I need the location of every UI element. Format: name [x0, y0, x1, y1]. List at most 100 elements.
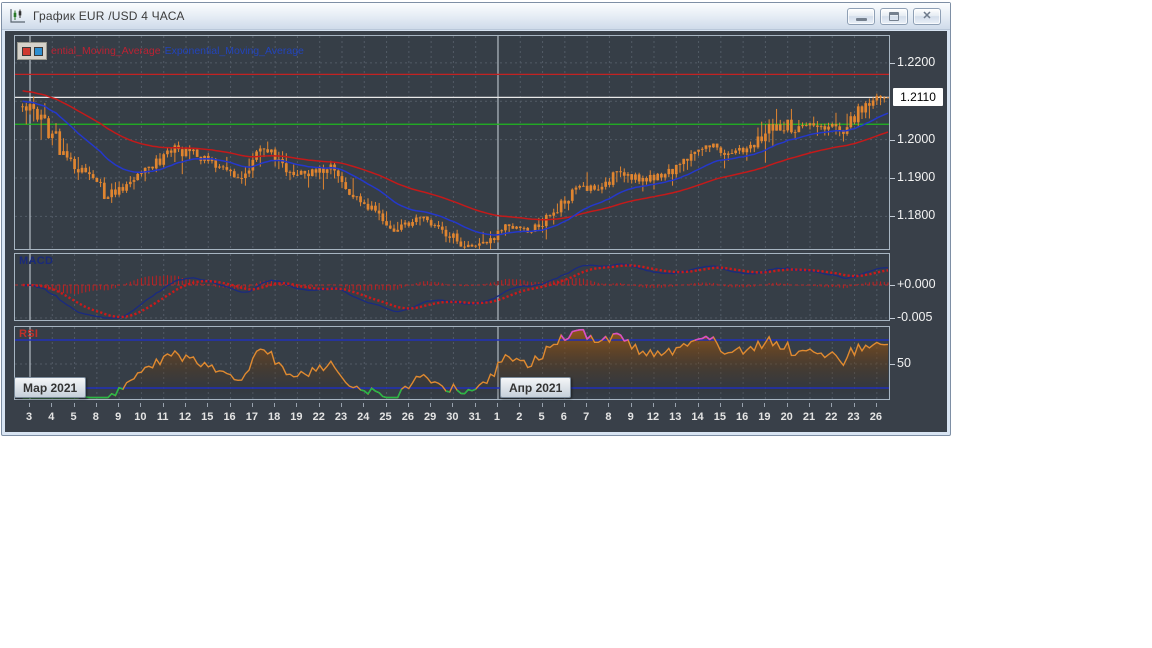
macd-axis-label: +0.000: [897, 277, 936, 291]
date-label: 24: [357, 411, 370, 423]
date-label: 4: [48, 411, 55, 423]
month-label-apr: Апр 2021: [499, 377, 572, 398]
date-label: 17: [245, 411, 258, 423]
date-label: 23: [847, 411, 860, 423]
date-tick: [875, 403, 877, 407]
date-label: 22: [312, 411, 325, 423]
date-tick: [251, 403, 253, 407]
ema-red-swatch[interactable]: [21, 46, 31, 56]
rsi-label: RSI: [19, 328, 39, 340]
date-label: 22: [825, 411, 838, 423]
date-tick: [786, 403, 788, 407]
date-label: 26: [869, 411, 882, 423]
date-label: 9: [115, 411, 122, 423]
date-label: 13: [669, 411, 682, 423]
macd-axis-tick: [890, 318, 895, 319]
date-tick: [563, 403, 565, 407]
date-tick: [719, 403, 721, 407]
date-tick: [831, 403, 833, 407]
macd-panel[interactable]: MACD: [14, 253, 890, 321]
rsi-axis-tick: [890, 364, 895, 365]
date-tick: [407, 403, 409, 407]
date-tick: [318, 403, 320, 407]
date-tick: [652, 403, 654, 407]
date-label: 5: [538, 411, 545, 423]
date-tick: [274, 403, 276, 407]
date-tick: [29, 403, 30, 407]
close-button[interactable]: ✕: [913, 7, 941, 25]
price-chart-panel[interactable]: ential_Moving_Average Exponential_Moving…: [14, 35, 890, 250]
window-title: График EUR /USD 4 ЧАСА: [33, 9, 185, 23]
chart-client-area: ential_Moving_Average Exponential_Moving…: [5, 31, 947, 432]
date-tick: [496, 403, 498, 407]
price-axis-tick: [890, 178, 895, 179]
date-tick: [474, 403, 476, 407]
price-axis-tick: [890, 62, 895, 64]
minimize-button[interactable]: [847, 7, 875, 25]
date-label: 19: [290, 411, 303, 423]
date-tick: [184, 403, 186, 407]
date-tick: [586, 403, 588, 407]
macd-axis-tick: [890, 285, 895, 286]
price-axis-label: 1.2200: [897, 54, 936, 69]
date-label: 20: [780, 411, 793, 423]
date-tick: [385, 403, 387, 407]
date-tick: [296, 403, 298, 407]
close-icon: ✕: [922, 9, 932, 22]
price-axis-label: 1.1800: [897, 208, 936, 223]
rsi-panel[interactable]: RSI: [14, 326, 890, 400]
date-tick: [363, 403, 365, 407]
date-tick: [697, 403, 699, 407]
date-label: 5: [70, 411, 77, 423]
macd-axis-label: -0.005: [897, 310, 933, 324]
date-label: 1: [493, 411, 501, 423]
date-label: 6: [560, 411, 567, 423]
candlestick-chart-icon: [9, 8, 27, 24]
date-tick: [229, 403, 231, 407]
date-label: 19: [758, 411, 771, 423]
date-tick: [207, 403, 209, 407]
current-price-box: 1.2110: [893, 88, 943, 107]
date-label: 8: [92, 411, 99, 423]
date-tick: [95, 403, 97, 407]
date-label: 26: [401, 411, 414, 423]
date-tick: [51, 403, 53, 407]
date-label: 31: [468, 411, 481, 423]
date-tick: [541, 403, 543, 407]
date-label: 23: [334, 411, 348, 423]
macd-canvas: [15, 254, 889, 320]
date-label: 10: [134, 411, 147, 423]
date-tick: [340, 403, 342, 407]
date-tick: [519, 403, 521, 407]
date-label: 15: [201, 411, 214, 423]
price-axis-label: 1.1900: [897, 170, 936, 184]
maximize-button[interactable]: [880, 7, 908, 25]
date-label: 12: [646, 411, 660, 423]
price-axis-tick: [890, 139, 895, 141]
date-label: 25: [379, 411, 392, 423]
date-tick: [430, 403, 432, 407]
date-label: 7: [583, 411, 590, 423]
date-label: 9: [627, 411, 634, 423]
maximize-icon: [889, 11, 899, 21]
rsi-axis-label: 50: [897, 356, 911, 370]
date-tick: [853, 403, 855, 407]
price-axis-tick: [890, 216, 895, 218]
date-label: 2: [516, 411, 523, 423]
date-tick: [118, 403, 120, 407]
date-tick: [140, 403, 142, 407]
date-label: 3: [25, 411, 33, 423]
date-tick: [452, 403, 454, 407]
date-label: 14: [691, 411, 704, 423]
window-titlebar[interactable]: График EUR /USD 4 ЧАСА ✕: [2, 3, 950, 30]
indicator-swatch-buttons[interactable]: [17, 42, 47, 60]
minimize-icon: [855, 18, 867, 21]
chart-window: График EUR /USD 4 ЧАСА ✕ ential_Moving_A…: [1, 2, 951, 436]
date-label: 15: [713, 411, 726, 423]
month-label-mar: Мар 2021: [14, 377, 87, 398]
date-tick: [808, 403, 810, 407]
price-axis-label: 1.2000: [897, 131, 936, 146]
date-label: 8: [605, 411, 612, 423]
ema-blue-swatch[interactable]: [33, 46, 43, 56]
rsi-canvas: [15, 327, 889, 399]
